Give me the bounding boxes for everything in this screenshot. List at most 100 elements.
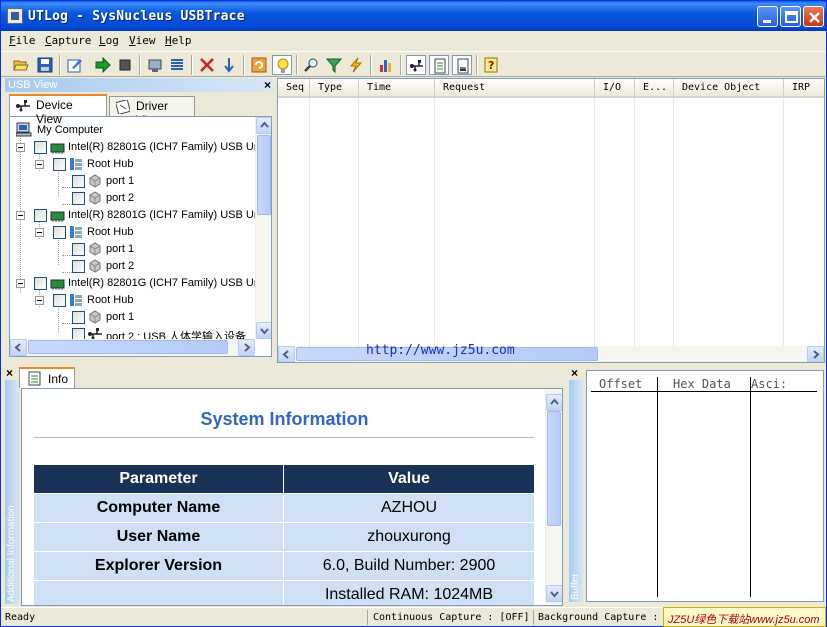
chevron-left-icon: [14, 343, 21, 352]
buffer-close-button[interactable]: ×: [571, 366, 578, 380]
buffer-view-button[interactable]: [452, 55, 472, 75]
column-header-e[interactable]: E...: [635, 79, 674, 98]
trace-list[interactable]: Seq Type Time Request I/O E... Device Ob…: [277, 78, 825, 363]
folder-open-icon: [13, 60, 29, 71]
edit-button[interactable]: [65, 55, 85, 75]
port-icon: [89, 174, 101, 188]
maximize-button[interactable]: [780, 6, 801, 27]
root-hub-3-checkbox[interactable]: [53, 294, 66, 307]
controller-3-checkbox[interactable]: [34, 277, 47, 290]
close-button[interactable]: [803, 6, 824, 27]
app-icon[interactable]: [7, 8, 23, 24]
scroll-thumb[interactable]: [257, 135, 271, 215]
tab-device-view[interactable]: Device View: [9, 94, 107, 126]
hex-buffer-view[interactable]: Offset Hex Data Asci:: [586, 370, 824, 602]
trace-horizontal-scrollbar[interactable]: [278, 346, 824, 362]
device-tree[interactable]: My Computer Intel(R) 82801G (ICH7 Family…: [9, 116, 272, 357]
list-button[interactable]: [167, 55, 187, 75]
collapse-toggle[interactable]: [35, 160, 44, 169]
scroll-left-button[interactable]: [278, 346, 295, 362]
root-hub-2-checkbox[interactable]: [53, 226, 66, 239]
tree-vertical-scrollbar[interactable]: [255, 117, 271, 339]
scroll-thumb[interactable]: [547, 411, 561, 526]
additional-information-side-tab[interactable]: Additional Information: [5, 380, 19, 604]
scroll-thumb[interactable]: [28, 340, 228, 354]
info-view-button[interactable]: [429, 55, 449, 75]
menu-file[interactable]: File: [9, 34, 36, 47]
info-vertical-scrollbar[interactable]: [545, 389, 562, 605]
port-checkbox[interactable]: [72, 175, 85, 188]
root-hub-1-checkbox[interactable]: [53, 158, 66, 171]
menu-help[interactable]: Help: [165, 34, 192, 47]
statistics-button[interactable]: [376, 55, 396, 75]
column-header-io[interactable]: I/O: [595, 79, 635, 98]
refresh-button[interactable]: [249, 55, 269, 75]
minimize-icon: [763, 20, 771, 23]
refresh-icon: [251, 57, 267, 73]
open-button[interactable]: [11, 55, 31, 75]
scroll-right-button[interactable]: [238, 339, 255, 356]
column-header-request[interactable]: Request: [435, 79, 595, 98]
scroll-down-button[interactable]: [219, 55, 239, 75]
find-button[interactable]: [302, 55, 322, 75]
usb-view-button[interactable]: [406, 55, 426, 75]
port-icon: [89, 310, 101, 324]
filter-button[interactable]: [324, 55, 344, 75]
column-header-irp[interactable]: IRP: [784, 79, 824, 98]
trigger-button[interactable]: [346, 55, 366, 75]
collapse-toggle[interactable]: [16, 279, 25, 288]
highlight-button[interactable]: [272, 55, 292, 75]
port-checkbox[interactable]: [72, 243, 85, 256]
tab-driver-view[interactable]: Driver View: [109, 96, 195, 127]
collapse-toggle[interactable]: [16, 211, 25, 220]
scroll-up-button[interactable]: [256, 117, 271, 134]
tab-info-label: Info: [48, 372, 69, 386]
controller-1-checkbox[interactable]: [34, 141, 47, 154]
controller-2-checkbox[interactable]: [34, 209, 47, 222]
scroll-up-button[interactable]: [546, 394, 562, 411]
usb-view-panel: USB View × Device View Driver View: [5, 78, 273, 360]
column-header-device-object[interactable]: Device Object: [674, 79, 784, 98]
status-background-capture: Background Capture :: [538, 612, 659, 623]
help-button[interactable]: ?: [481, 55, 501, 75]
tree-item-controller-2[interactable]: Intel(R) 82801G (ICH7 Family) USB Uni: [10, 207, 270, 224]
port-checkbox[interactable]: [72, 260, 85, 273]
stop-capture-button[interactable]: [115, 55, 135, 75]
tree-horizontal-scrollbar[interactable]: [10, 339, 255, 356]
table-cell-value: AZHOU: [284, 494, 534, 523]
tree-item-controller-1[interactable]: Intel(R) 82801G (ICH7 Family) USB Uni: [10, 139, 270, 156]
title-bar[interactable]: UTLog - SysNucleus USBTrace: [1, 1, 826, 31]
menu-view[interactable]: View: [129, 34, 156, 47]
collapse-toggle[interactable]: [35, 228, 44, 237]
table-cell-param: [34, 581, 283, 605]
device-icon: [148, 59, 162, 72]
info-close-button[interactable]: ×: [6, 366, 13, 380]
column-header-seq[interactable]: Seq: [278, 79, 310, 98]
minimize-button[interactable]: [757, 6, 778, 27]
buffer-column-hex-data: Hex Data: [673, 377, 731, 391]
tab-info[interactable]: Info: [19, 367, 75, 388]
scroll-down-button[interactable]: [546, 585, 562, 602]
menu-capture[interactable]: Capture: [45, 34, 91, 47]
scroll-down-button[interactable]: [256, 322, 271, 339]
scroll-left-button[interactable]: [10, 339, 27, 356]
port-checkbox[interactable]: [72, 311, 85, 324]
chevron-up-icon: [550, 398, 559, 405]
buffer-side-tab[interactable]: Buffer: [569, 380, 583, 602]
usb-view-close-button[interactable]: ×: [264, 78, 271, 92]
delete-x-icon: [200, 58, 214, 72]
scroll-right-button[interactable]: [807, 346, 824, 362]
collapse-toggle[interactable]: [16, 143, 25, 152]
tree-item-controller-3[interactable]: Intel(R) 82801G (ICH7 Family) USB Uni: [10, 275, 270, 292]
filter-device-button[interactable]: [145, 55, 165, 75]
main-window: UTLog - SysNucleus USBTrace File Capture…: [0, 0, 827, 627]
start-capture-button[interactable]: [93, 55, 113, 75]
column-header-type[interactable]: Type: [310, 79, 359, 98]
clear-button[interactable]: [197, 55, 217, 75]
port-icon: [89, 259, 101, 273]
save-button[interactable]: [35, 55, 55, 75]
column-header-time[interactable]: Time: [359, 79, 435, 98]
port-checkbox[interactable]: [72, 192, 85, 205]
menu-log[interactable]: Log: [99, 34, 119, 47]
collapse-toggle[interactable]: [35, 296, 44, 305]
